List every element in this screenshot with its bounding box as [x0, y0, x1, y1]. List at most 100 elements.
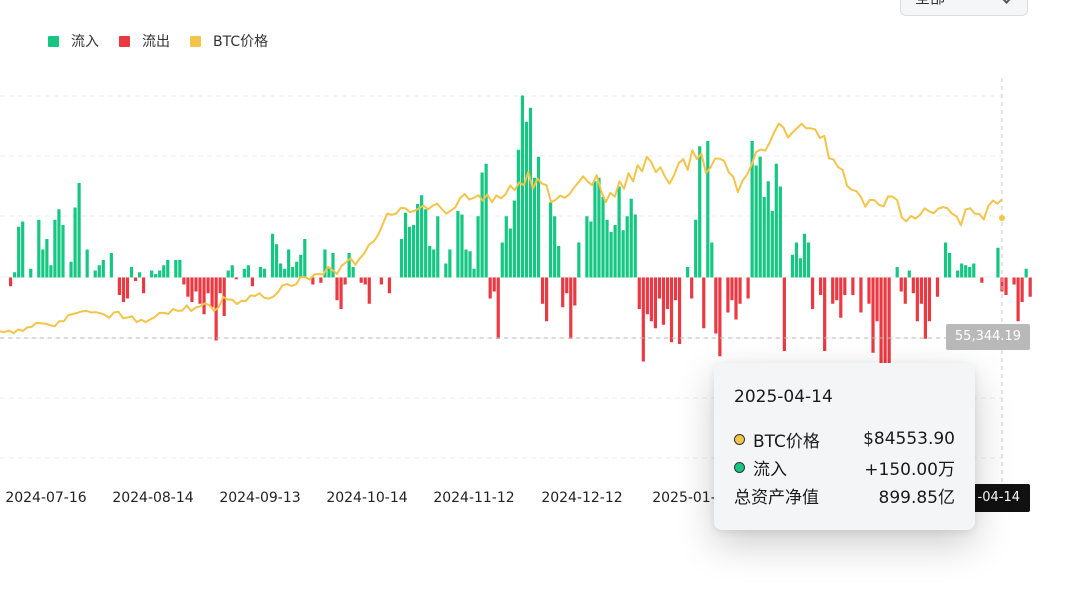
inflow-bar	[947, 253, 952, 278]
inflow-bar	[407, 226, 412, 278]
inflow-bar	[577, 242, 581, 278]
outflow-bar	[379, 277, 383, 285]
x-tick-label: 2024-11-12	[433, 490, 514, 506]
inflow-bar	[601, 197, 605, 278]
outflow-bar	[669, 277, 674, 343]
inflow-bar	[274, 244, 279, 278]
outflow-bar	[1012, 277, 1016, 285]
btc-price-line	[0, 122, 1003, 335]
inflow-bar	[270, 233, 275, 278]
inflow-bar	[53, 219, 57, 278]
inflow-bar	[242, 268, 246, 278]
etf-flow-chart-page: 全部 流入 流出 BTC价格 2024-07-162024-08-142024-…	[0, 0, 1080, 597]
outflow-bar	[182, 277, 186, 285]
inflow-bar	[226, 270, 230, 278]
inflow-bar	[403, 212, 408, 278]
inflow-bar	[45, 239, 49, 278]
inflow-bar	[798, 258, 803, 278]
outflow-bar	[117, 277, 122, 295]
inflow-bar	[770, 211, 774, 278]
outflow-bar	[343, 277, 347, 285]
outflow-bar	[387, 277, 392, 294]
outflow-bar	[690, 277, 694, 299]
inflow-bar	[895, 267, 899, 278]
inflow-bar	[557, 246, 561, 278]
inflow-bar	[464, 249, 468, 278]
inflow-bar	[29, 268, 33, 278]
outflow-bar	[198, 277, 202, 304]
inflow-bar	[351, 267, 355, 278]
outflow-bar	[718, 277, 722, 357]
outflow-bar	[544, 277, 549, 322]
outflow-bar	[496, 277, 500, 339]
x-tick-label: 2024-12-12	[541, 490, 622, 506]
price-point-marker	[999, 215, 1005, 221]
outflow-bar	[903, 277, 907, 304]
outflow-bar	[202, 277, 206, 315]
outflow-bar	[810, 277, 815, 309]
outflow-bar	[210, 277, 214, 308]
outflow-bar	[359, 277, 363, 283]
inflow-bar	[806, 242, 811, 278]
inflow-bar	[593, 181, 597, 278]
inflow-bar	[432, 249, 436, 278]
outflow-bar	[823, 277, 827, 351]
inflow-bar	[460, 214, 464, 278]
inflow-bar	[790, 254, 795, 278]
inflow-bar	[162, 265, 166, 278]
outflow-bar	[935, 277, 940, 297]
outflow-bar	[714, 277, 718, 334]
outflow-bar	[839, 277, 843, 318]
inflow-bar	[621, 230, 625, 278]
outflow-bar	[133, 277, 138, 281]
inflow-bar	[283, 268, 287, 278]
outflow-bar	[927, 277, 932, 322]
inflow-bar	[93, 270, 97, 278]
inflow-bar	[943, 242, 948, 278]
inflow-bar	[617, 186, 621, 278]
outflow-bar	[726, 277, 730, 313]
inflow-bar	[258, 267, 263, 278]
inflow-bar	[794, 242, 799, 278]
outflow-bar	[734, 277, 738, 320]
inflow-bar	[968, 267, 972, 278]
inflow-bar	[480, 172, 484, 278]
outflow-bar	[782, 277, 786, 351]
inflow-bar	[416, 204, 420, 278]
outflow-bar	[665, 277, 670, 309]
inflow-bar	[424, 209, 428, 278]
tooltip-value-net-assets: 899.85亿	[878, 487, 955, 508]
outflow-bar	[702, 277, 706, 329]
inflow-bar	[287, 249, 291, 278]
inflow-bar	[972, 263, 976, 278]
inflow-bar	[597, 177, 601, 278]
outflow-bar	[677, 277, 682, 344]
x-tick-label: 2024-08-14	[112, 490, 193, 506]
inflow-bar	[762, 197, 766, 278]
inflow-bar	[279, 263, 283, 278]
outflow-bar	[141, 277, 146, 294]
inflow-bar	[960, 263, 964, 278]
inflow-bar	[754, 165, 758, 278]
inflow-bar	[500, 242, 504, 278]
outflow-bar	[339, 277, 343, 309]
inflow-bar	[85, 249, 89, 278]
x-tick-label: 2024-07-16	[5, 490, 86, 506]
tooltip: 2025-04-14 BTC价格 $84553.90 流入 +150.00万 总…	[714, 363, 975, 530]
outflow-bar	[9, 277, 13, 287]
inflow-bar	[448, 249, 452, 278]
outflow-bar	[565, 277, 569, 294]
outflow-bar	[637, 277, 641, 309]
inflow-bar	[262, 268, 267, 278]
inflow-bar	[778, 186, 782, 278]
inflow-bar	[154, 274, 158, 278]
inflow-bar	[428, 246, 432, 278]
inflow-bar	[710, 242, 714, 278]
inflow-bar	[996, 247, 1000, 278]
inflow-bar	[484, 163, 488, 278]
btc-price-dot-icon	[734, 433, 745, 445]
inflow-bar	[17, 226, 21, 278]
outflow-bar	[919, 277, 923, 304]
inflow-bar	[476, 216, 480, 278]
inflow-bar	[532, 177, 537, 278]
